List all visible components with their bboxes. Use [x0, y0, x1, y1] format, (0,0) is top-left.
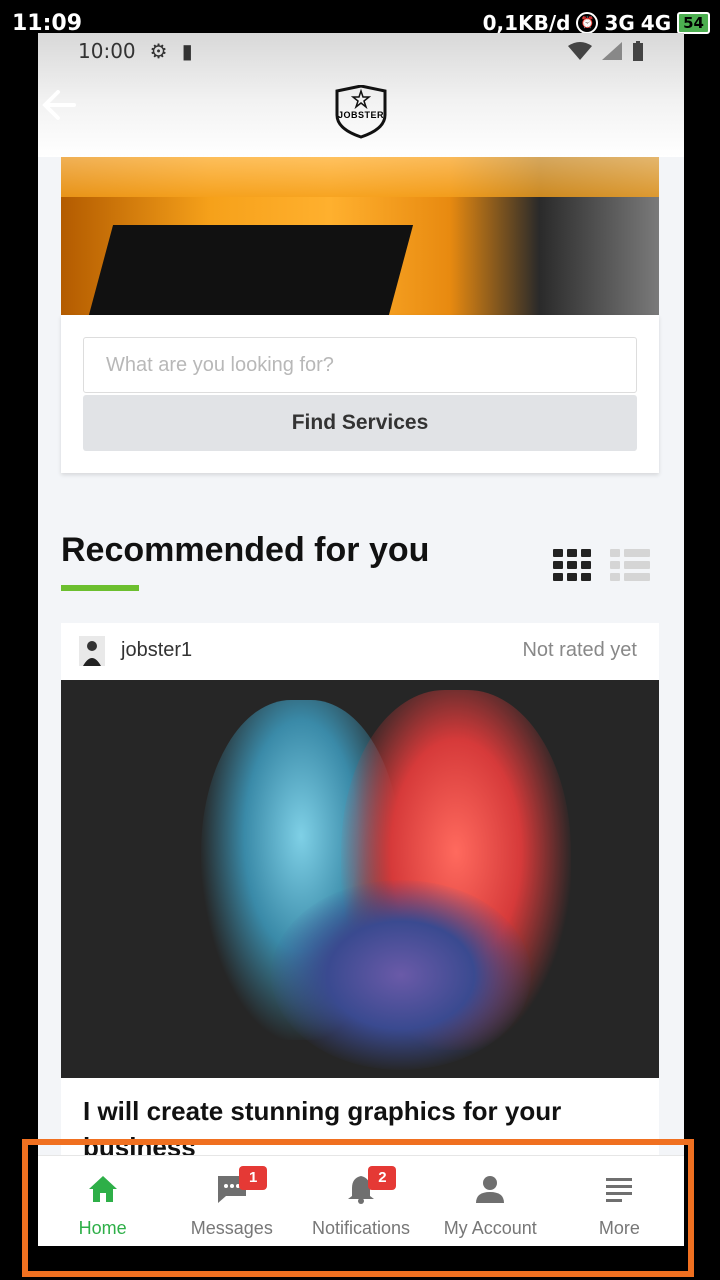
network-speed: 0,1KB/d	[482, 11, 571, 35]
hero-banner-image	[61, 157, 659, 315]
find-services-button[interactable]: Find Services	[83, 395, 637, 451]
listing-image[interactable]	[61, 680, 659, 1078]
listing-header: jobster1 Not rated yet	[61, 623, 659, 679]
section-title-underline	[61, 585, 139, 591]
inner-status-icons	[568, 41, 644, 61]
search-card: Find Services	[61, 315, 659, 473]
signal-icon	[602, 42, 622, 60]
search-input[interactable]	[83, 337, 637, 393]
seller-name[interactable]: jobster1	[121, 639, 192, 662]
rating-status: Not rated yet	[522, 639, 637, 661]
avatar	[79, 636, 105, 666]
grid-view-icon[interactable]	[553, 549, 593, 581]
sim2-network: 4G	[640, 11, 672, 35]
back-arrow-icon[interactable]	[38, 85, 78, 125]
inner-time: 10:00	[78, 39, 136, 63]
jobster-logo: JOBSTER	[334, 84, 388, 139]
bottom-nav-highlight-box	[22, 1139, 694, 1277]
gear-icon: ⚙	[149, 39, 168, 63]
section-title: Recommended for you	[61, 531, 430, 569]
battery-icon	[633, 41, 643, 61]
inner-status-bar: 10:00 ⚙ ▮	[78, 39, 193, 63]
alarm-icon: ⏰	[576, 12, 599, 34]
service-listing-card[interactable]: jobster1 Not rated yet I will create stu…	[61, 623, 659, 1223]
wifi-icon	[568, 42, 592, 60]
sim1-network: 3G	[604, 11, 635, 35]
battery-level: 54	[677, 12, 710, 34]
logo-text: JOBSTER	[337, 110, 384, 120]
sd-card-icon: ▮	[181, 39, 193, 63]
app-screen: 10:00 ⚙ ▮ JOBSTER Find Services Recommen…	[38, 33, 684, 1246]
device-status-icons: 0,1KB/d ⏰ 3G 4G 54	[483, 11, 710, 35]
list-view-icon[interactable]	[610, 549, 650, 581]
app-header: 10:00 ⚙ ▮ JOBSTER	[38, 33, 684, 157]
